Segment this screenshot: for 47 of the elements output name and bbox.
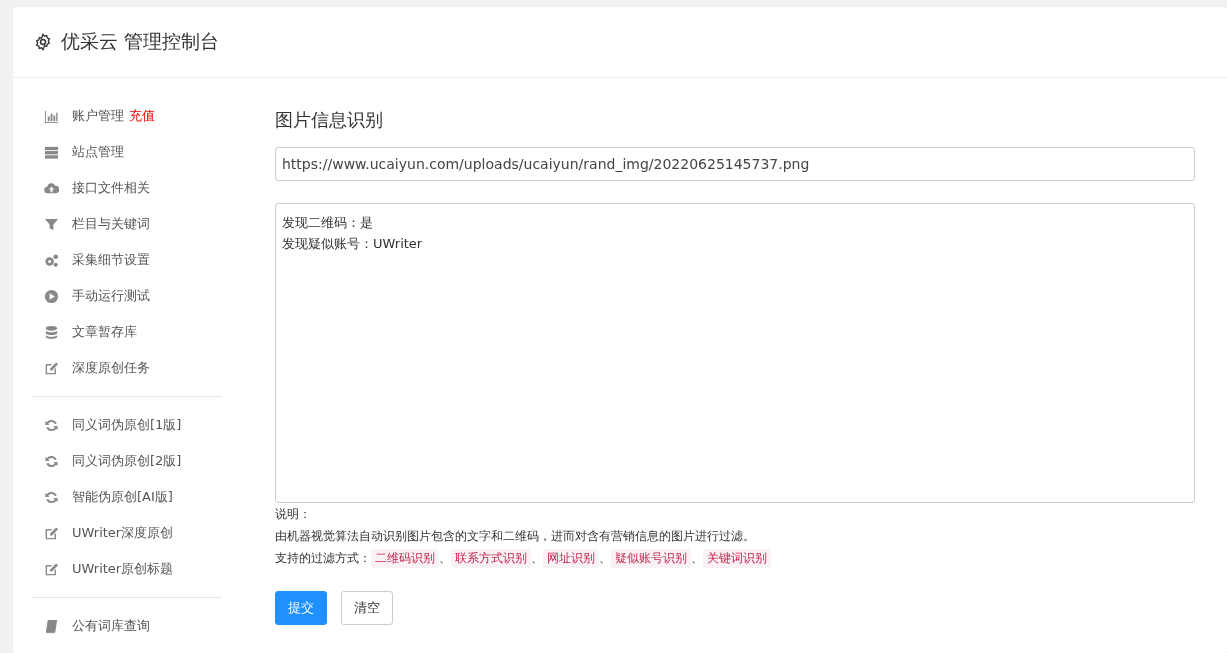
refresh-icon [44, 489, 59, 505]
play-circle-icon [44, 288, 59, 304]
sidebar-item[interactable]: UWriter深度原创 [31, 515, 240, 551]
method-tag: 二维码识别 [371, 548, 439, 568]
method-tag: 关键词识别 [703, 548, 771, 568]
edit-icon [44, 525, 59, 541]
sidebar-item[interactable]: 深度原创任务 [31, 350, 240, 386]
sidebar-item[interactable]: 栏目与关键词 [31, 206, 240, 242]
sidebar-item[interactable]: 接口文件相关 [31, 170, 240, 206]
sidebar-item[interactable]: 文章暂存库 [31, 314, 240, 350]
methods-label: 支持的过滤方式： [275, 550, 371, 567]
description-text: 由机器视觉算法自动识别图片包含的文字和二维码，进而对含有营销信息的图片进行过滤。 [275, 528, 756, 545]
separator: 、 [531, 549, 543, 567]
result-line: 发现疑似账号：UWriter [282, 235, 423, 253]
refresh-icon [44, 453, 59, 469]
sidebar-item[interactable]: 采集细节设置 [31, 242, 240, 278]
separator: 、 [599, 549, 611, 567]
settings-icon [34, 33, 52, 51]
page-title: 优采云 管理控制台 [61, 29, 220, 54]
sidebar-item[interactable]: 公有词库查询 [31, 608, 240, 644]
refresh-icon [44, 417, 59, 433]
url-field[interactable]: https://www.ucaiyun.com/uploads/ucaiyun/rand_img/20220625145737.png [275, 147, 1195, 181]
separator: 、 [691, 549, 703, 567]
sidebar-item[interactable]: 同义词伪原创[2版] [31, 443, 240, 479]
separator: 、 [439, 549, 451, 567]
result-textarea[interactable]: 发现二维码：是 发现疑似账号：UWriter [275, 203, 1195, 503]
sidebar-item[interactable]: 手动运行测试 [31, 278, 240, 314]
bar-chart-icon [44, 108, 59, 124]
sidebar-item[interactable]: 智能伪原创[AI版] [31, 479, 240, 515]
sidebar-item[interactable]: 同义词伪原创[1版] [31, 407, 240, 443]
edit-icon [44, 561, 59, 577]
method-tag: 网址识别 [543, 548, 599, 568]
sidebar-item[interactable]: UWriter原创标题 [31, 551, 240, 587]
filter-icon [44, 216, 59, 232]
notes-label: 说明： [275, 506, 312, 523]
edit-icon [44, 360, 59, 376]
database-icon [44, 324, 59, 340]
server-icon [44, 144, 59, 160]
clear-button[interactable]: 清空 [341, 591, 393, 625]
method-tag: 联系方式识别 [451, 548, 531, 568]
sidebar-item[interactable]: 站点管理 [31, 134, 240, 170]
sidebar-item[interactable]: 账户管理 充值 [31, 98, 240, 134]
section-title: 图片信息识别 [275, 108, 384, 132]
cloud-upload-icon [44, 180, 59, 196]
result-line: 发现二维码：是 [282, 214, 373, 232]
method-tag: 疑似账号识别 [611, 548, 691, 568]
gears-icon [44, 252, 59, 268]
